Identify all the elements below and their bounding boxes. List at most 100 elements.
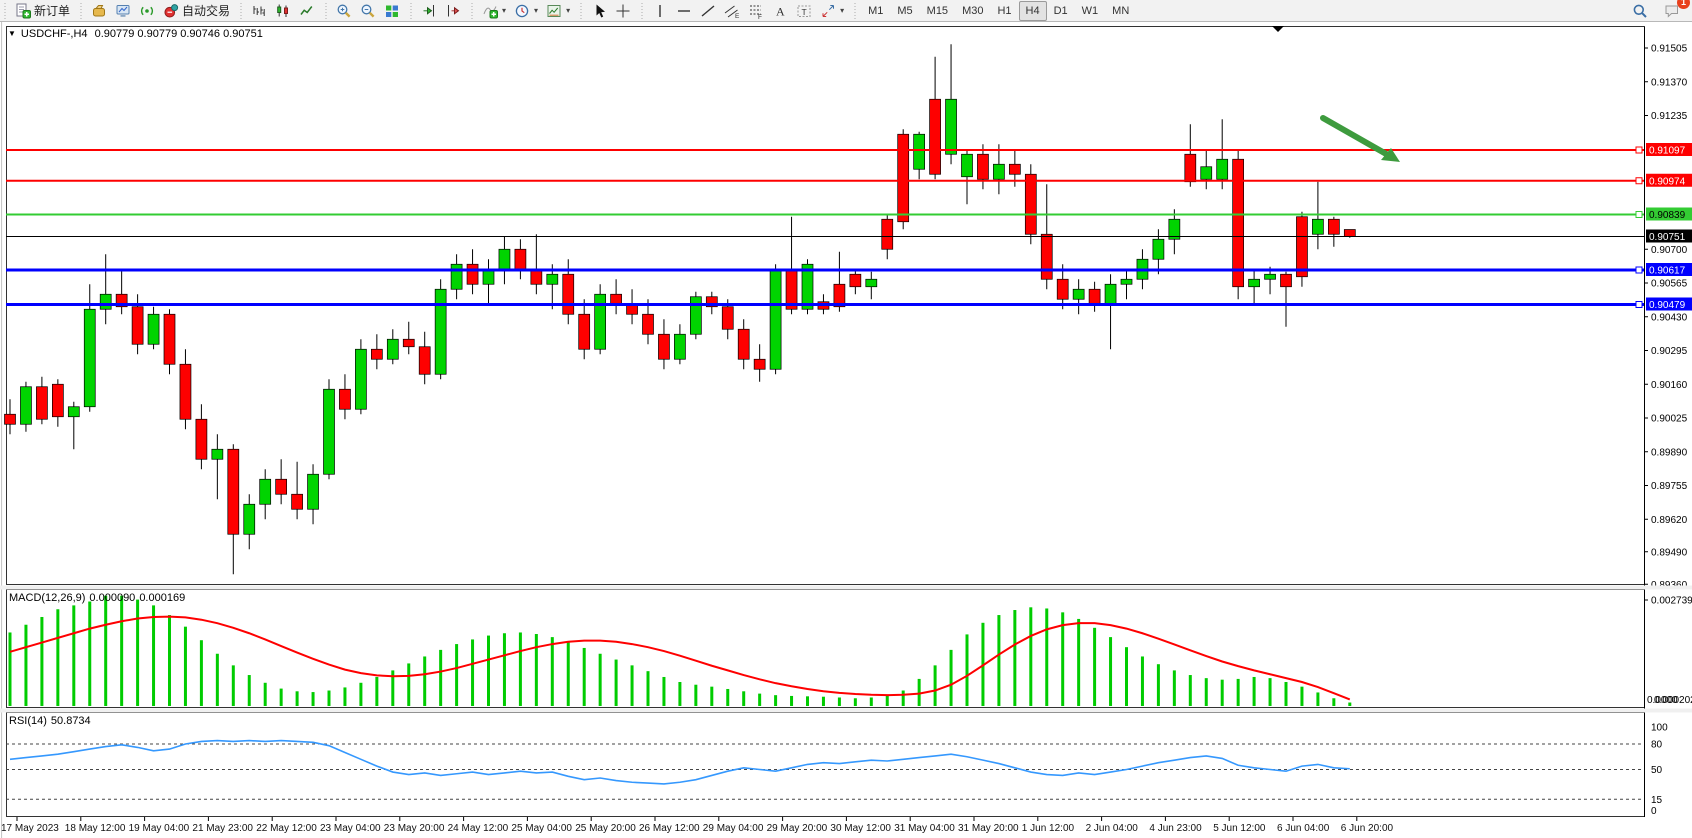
data-window-button[interactable] xyxy=(111,0,135,22)
macd-histogram-bar xyxy=(1300,687,1303,706)
chart-canvas[interactable]: 0.915050.913700.912350.907000.905650.904… xyxy=(0,0,1692,838)
time-axis-label: 24 May 12:00 xyxy=(448,823,509,834)
toolbar-drag-handle[interactable] xyxy=(240,3,245,19)
candle-bear xyxy=(1185,154,1196,182)
candle-bull xyxy=(324,389,335,474)
toolbar-drag-handle[interactable] xyxy=(641,3,646,19)
cursor-button[interactable] xyxy=(587,0,611,22)
trendline-button[interactable] xyxy=(696,0,720,22)
pane-separator[interactable] xyxy=(0,586,1692,590)
templates-button[interactable]: ▾ xyxy=(542,0,574,22)
notifications-button[interactable]: 1 xyxy=(1660,0,1684,22)
auto-scroll-button[interactable] xyxy=(417,0,441,22)
candle-bear xyxy=(1296,217,1307,277)
chevron-down-icon[interactable]: ▾ xyxy=(534,6,538,15)
candlestick-button[interactable] xyxy=(271,0,295,22)
candle-bear xyxy=(132,307,143,345)
pane-separator[interactable] xyxy=(0,709,1692,713)
timeframe-w1-button[interactable]: W1 xyxy=(1075,1,1106,21)
price-tick-label: 0.89490 xyxy=(1651,547,1688,558)
autotrading-button[interactable]: 自动交易 xyxy=(159,0,234,22)
fibonacci-button[interactable]: F xyxy=(744,0,768,22)
rsi-pane[interactable] xyxy=(7,713,1645,817)
hline-anchor[interactable] xyxy=(1636,267,1642,273)
candle-bull xyxy=(962,154,973,177)
candle-bear xyxy=(563,274,574,314)
hline-anchor[interactable] xyxy=(1636,147,1642,153)
toolbar-drag-handle[interactable] xyxy=(4,3,9,19)
new-order-button[interactable]: 新订单 xyxy=(11,0,74,22)
hline-anchor[interactable] xyxy=(1636,302,1642,308)
chart-shift-icon xyxy=(445,3,461,19)
hline-button[interactable] xyxy=(672,0,696,22)
timeframe-mn-button[interactable]: MN xyxy=(1105,1,1136,21)
timeframe-m30-button[interactable]: M30 xyxy=(955,1,990,21)
timeframe-m15-button[interactable]: M15 xyxy=(920,1,955,21)
chevron-down-icon[interactable]: ▾ xyxy=(840,6,844,15)
shapes-button[interactable]: ▾ xyxy=(816,0,848,22)
label-button[interactable]: T xyxy=(792,0,816,22)
chevron-down-icon[interactable]: ▾ xyxy=(502,6,506,15)
macd-pane[interactable] xyxy=(7,590,1645,708)
macd-histogram-bar xyxy=(1045,608,1048,706)
macd-name: MACD(12,26,9) xyxy=(9,592,85,604)
crosshair-button[interactable] xyxy=(611,0,635,22)
timeframe-m1-button[interactable]: M1 xyxy=(861,1,890,21)
macd-histogram-bar xyxy=(24,625,27,706)
timeframe-m5-button[interactable]: M5 xyxy=(890,1,919,21)
hline-anchor[interactable] xyxy=(1636,212,1642,218)
toolbar-drag-handle[interactable] xyxy=(580,3,585,19)
candle-bull xyxy=(20,387,31,425)
candle-bear xyxy=(882,219,893,249)
macd-histogram-bar xyxy=(615,660,618,706)
macd-histogram-bar xyxy=(200,640,203,706)
candle-bear xyxy=(5,414,16,424)
time-axis-label: 30 May 12:00 xyxy=(830,823,891,834)
time-axis-label: 25 May 04:00 xyxy=(511,823,572,834)
macd-histogram-bar xyxy=(1253,677,1256,706)
market-watch-button[interactable] xyxy=(87,0,111,22)
toolbar-drag-handle[interactable] xyxy=(410,3,415,19)
macd-histogram-bar xyxy=(423,656,426,706)
autotrading-icon xyxy=(163,3,179,19)
vline-button[interactable] xyxy=(648,0,672,22)
tile-windows-button[interactable] xyxy=(380,0,404,22)
zoom-out-button[interactable] xyxy=(356,0,380,22)
chart-shift-button[interactable] xyxy=(441,0,465,22)
zoom-in-button[interactable] xyxy=(332,0,356,22)
chevron-down-icon[interactable]: ▾ xyxy=(566,6,570,15)
indicators-button[interactable]: ▾ xyxy=(478,0,510,22)
bar-chart-button[interactable] xyxy=(247,0,271,22)
macd-histogram-bar xyxy=(950,650,953,706)
text-button[interactable]: A xyxy=(768,0,792,22)
macd-histogram-bar xyxy=(40,617,43,706)
rsi-indicator-label: RSI(14)50.8734 xyxy=(9,715,95,727)
line-chart-button[interactable] xyxy=(295,0,319,22)
hline-anchor[interactable] xyxy=(1636,178,1642,184)
candle-bull xyxy=(355,349,366,409)
timeframe-d1-button[interactable]: D1 xyxy=(1047,1,1075,21)
candle-bull xyxy=(212,449,223,459)
rsi-scale-label: 50 xyxy=(1651,765,1663,776)
toolbar-drag-handle[interactable] xyxy=(854,3,859,19)
zoom-in-icon xyxy=(336,3,352,19)
candle-bear xyxy=(1009,164,1020,174)
channel-button[interactable]: E xyxy=(720,0,744,22)
market-watch-icon xyxy=(91,3,107,19)
collapse-triangle-icon[interactable]: ▼ xyxy=(8,29,16,38)
candle-bear xyxy=(722,307,733,330)
hline-icon xyxy=(676,3,692,19)
timeframe-h4-button[interactable]: H4 xyxy=(1019,1,1047,21)
candle-bull xyxy=(1073,289,1084,299)
timeframe-h1-button[interactable]: H1 xyxy=(990,1,1018,21)
symbol-period: USDCHF-,H4 xyxy=(21,28,88,40)
time-axis-label: 17 May 2023 xyxy=(1,823,59,834)
signals-button[interactable] xyxy=(135,0,159,22)
channel-icon: E xyxy=(724,3,740,19)
toolbar-drag-handle[interactable] xyxy=(80,3,85,19)
rsi-name: RSI(14) xyxy=(9,715,47,727)
toolbar-drag-handle[interactable] xyxy=(325,3,330,19)
search-button[interactable] xyxy=(1628,0,1652,22)
toolbar-drag-handle[interactable] xyxy=(471,3,476,19)
periods-button[interactable]: ▾ xyxy=(510,0,542,22)
